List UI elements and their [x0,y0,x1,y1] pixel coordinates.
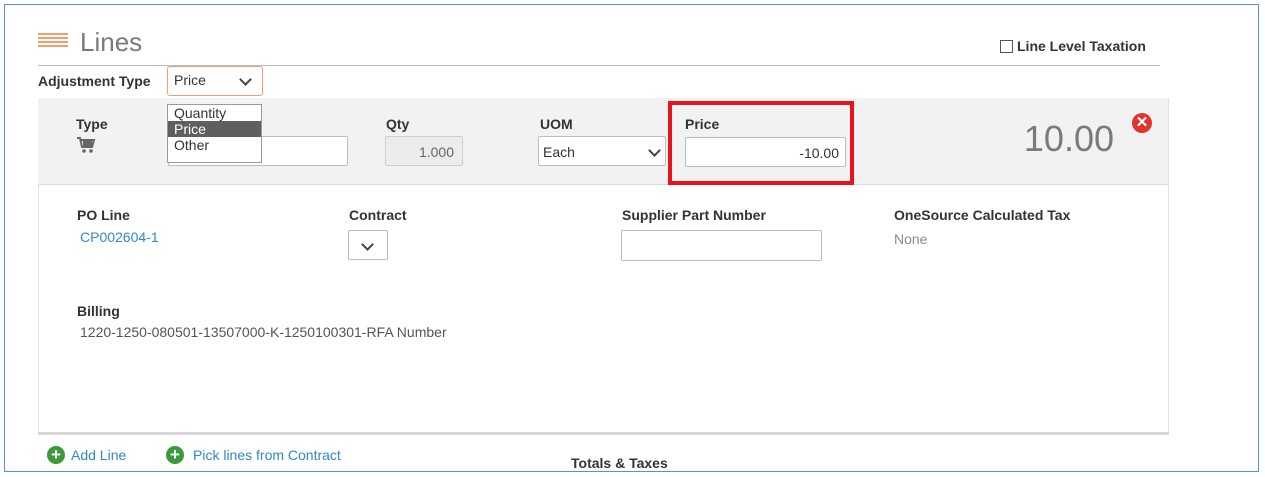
line-level-taxation-label: Line Level Taxation [1017,38,1146,54]
supplier-part-number-input[interactable] [621,230,822,261]
calculated-tax-value: None [894,231,928,247]
chevron-down-icon [361,238,374,251]
line-level-taxation-checkbox[interactable] [1000,39,1013,53]
pick-lines-icon[interactable]: + [166,446,184,464]
pick-lines-link[interactable]: Pick lines from Contract [193,447,341,463]
dropdown-option-price[interactable]: Price [168,121,261,137]
po-line-label: PO Line [77,207,130,223]
section-title: Lines [80,27,143,57]
calculated-tax-label: OneSource Calculated Tax [894,207,1071,223]
cart-icon [76,136,96,154]
section-divider [38,432,1169,435]
uom-select[interactable]: Each [538,136,666,166]
price-highlight-box [668,101,854,185]
adjustment-type-select[interactable]: Price [167,66,263,96]
totals-taxes-heading: Totals & Taxes [571,455,668,471]
adjustment-type-value: Price [174,72,206,88]
po-line-link[interactable]: CP002604-1 [80,229,159,245]
contract-select[interactable] [348,230,388,260]
adjustment-type-dropdown: Quantity Price Other [167,104,262,163]
lines-icon [38,33,68,49]
card-border-left [38,184,39,434]
add-line-link[interactable]: Add Line [71,447,126,463]
chevron-down-icon [648,144,661,157]
billing-value: 1220-1250-080501-13507000-K-1250100301-R… [80,324,447,340]
type-label: Type [76,116,108,132]
dropdown-option-other[interactable]: Other [168,137,261,153]
uom-value: Each [543,144,575,160]
chevron-down-icon [239,73,252,86]
line-level-taxation-toggle[interactable]: Line Level Taxation [1000,38,1146,54]
dropdown-option-quantity[interactable]: Quantity [168,105,261,121]
supplier-part-number-label: Supplier Part Number [622,207,766,223]
adjustment-type-label: Adjustment Type [38,73,151,89]
contract-label: Contract [349,207,407,223]
add-line-icon[interactable]: + [47,446,65,464]
uom-label: UOM [540,116,573,132]
billing-label: Billing [77,303,120,319]
remove-line-icon[interactable]: ✕ [1132,113,1152,133]
line-total: 10.00 [1023,118,1114,159]
qty-label: Qty [386,116,410,132]
card-border-right [1168,98,1169,434]
qty-field: 1.000 [385,136,463,166]
